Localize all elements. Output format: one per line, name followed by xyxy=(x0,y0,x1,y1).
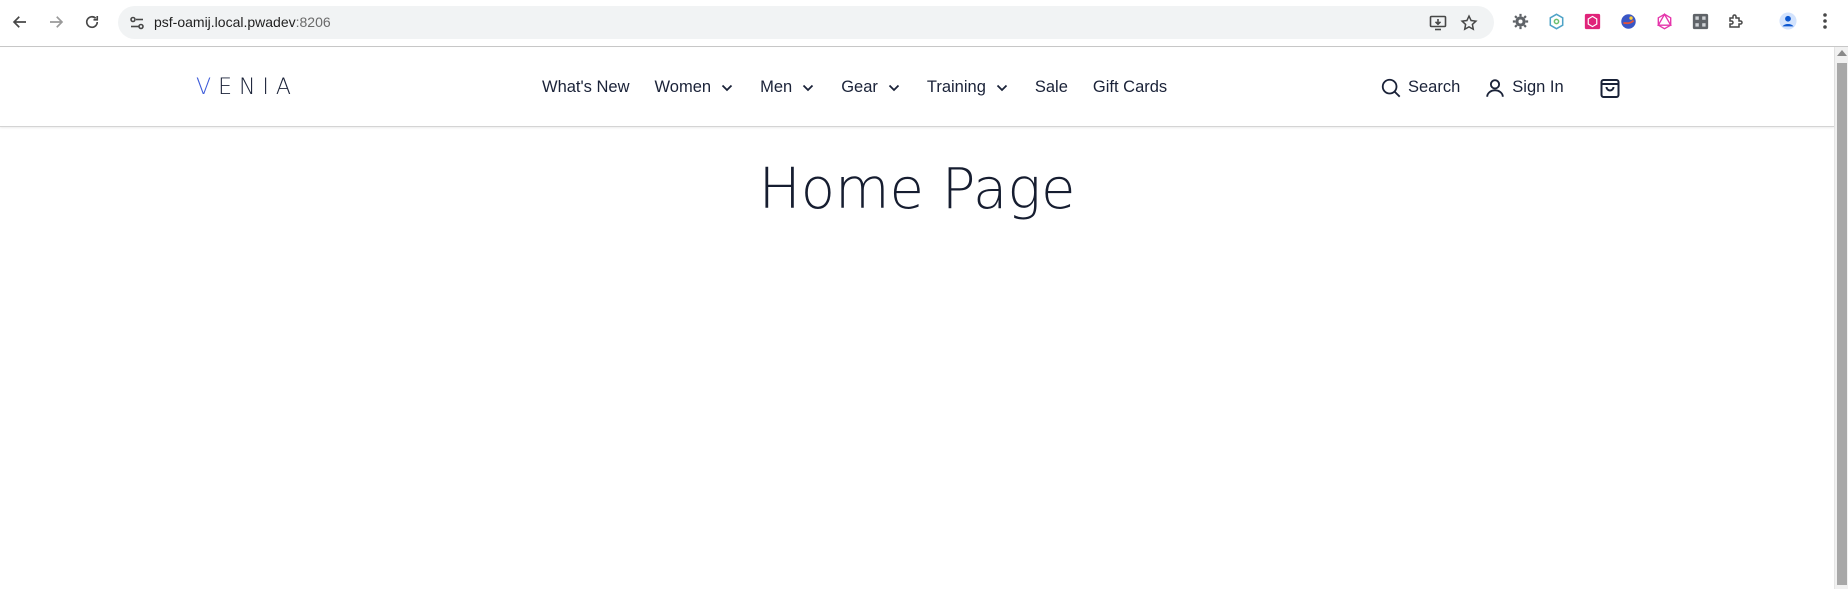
shopping-bag-icon xyxy=(1600,78,1620,98)
pink-extension-icon[interactable] xyxy=(1583,12,1601,30)
nav-item-label: What's New xyxy=(542,78,630,96)
url-text[interactable]: psf-oamij.local.pwadev:8206 xyxy=(154,14,331,31)
logo-first-letter: V xyxy=(196,74,219,100)
back-button[interactable] xyxy=(8,9,32,35)
nav-item-label: Men xyxy=(760,78,793,96)
reload-button[interactable] xyxy=(80,9,104,35)
nav-item-women[interactable]: Women xyxy=(655,68,736,108)
kebab-menu-icon[interactable] xyxy=(1816,12,1834,30)
nav-item-gift-cards[interactable]: Gift Cards xyxy=(1093,68,1167,108)
main-navigation: What's New Women Men Gear Training Sale … xyxy=(542,48,1192,127)
browser-toolbar: psf-oamij.local.pwadev:8206 xyxy=(0,0,1848,47)
gear-extension-icon[interactable] xyxy=(1511,12,1529,30)
site-header: V ENIA What's New Women Men Gear Training… xyxy=(0,48,1834,127)
hexagon-extension-icon[interactable] xyxy=(1547,12,1565,30)
forward-button[interactable] xyxy=(44,9,68,35)
nav-item-label: Training xyxy=(926,78,986,96)
graphql-extension-icon[interactable] xyxy=(1655,12,1673,30)
search-label: Search xyxy=(1408,78,1461,96)
nav-item-whats-new[interactable]: What's New xyxy=(542,68,630,108)
arrow-left-icon xyxy=(12,16,26,28)
nav-item-sale[interactable]: Sale xyxy=(1035,68,1068,108)
venia-logo[interactable]: V ENIA xyxy=(196,74,298,100)
nav-item-label: Sale xyxy=(1034,78,1068,96)
cart-button[interactable] xyxy=(1598,68,1628,108)
nav-item-label: Gear xyxy=(841,78,878,96)
nav-item-label: Gift Cards xyxy=(1092,78,1168,96)
page-title: Home Page xyxy=(758,157,1076,222)
profile-icon[interactable] xyxy=(1779,12,1797,30)
chevron-down-icon xyxy=(996,81,1010,95)
search-icon xyxy=(1381,78,1401,97)
user-icon xyxy=(1486,78,1504,97)
url-port: :8206 xyxy=(295,14,331,30)
url-host: psf-oamij.local.pwadev xyxy=(154,14,296,30)
puzzle-icon[interactable] xyxy=(1727,12,1745,30)
grid-extension-icon[interactable] xyxy=(1691,12,1709,30)
chevron-down-icon xyxy=(802,81,816,95)
sign-in-button[interactable]: Sign In xyxy=(1484,68,1564,108)
nav-item-training[interactable]: Training xyxy=(927,68,1010,108)
scrollbar-thumb[interactable] xyxy=(1837,63,1847,585)
scroll-up-arrow-icon[interactable] xyxy=(1837,50,1847,56)
address-bar[interactable]: psf-oamij.local.pwadev:8206 xyxy=(118,6,1494,39)
chevron-down-icon xyxy=(888,81,902,95)
arrow-right-icon xyxy=(50,16,64,28)
nav-item-label: Women xyxy=(654,78,712,96)
header-actions: Search Sign In xyxy=(1380,48,1628,127)
star-icon[interactable] xyxy=(1459,13,1479,33)
reload-icon xyxy=(85,15,99,29)
nav-item-gear[interactable]: Gear xyxy=(841,68,902,108)
page-scrollbar[interactable] xyxy=(1834,47,1848,589)
site-settings-icon[interactable] xyxy=(128,14,146,32)
sign-in-label: Sign In xyxy=(1512,78,1564,96)
nav-item-men[interactable]: Men xyxy=(760,68,816,108)
install-app-icon[interactable] xyxy=(1428,13,1448,33)
chevron-down-icon xyxy=(721,81,735,95)
logo-rest: ENIA xyxy=(218,74,298,100)
globe-extension-icon[interactable] xyxy=(1619,12,1637,30)
search-button[interactable]: Search xyxy=(1380,68,1460,108)
